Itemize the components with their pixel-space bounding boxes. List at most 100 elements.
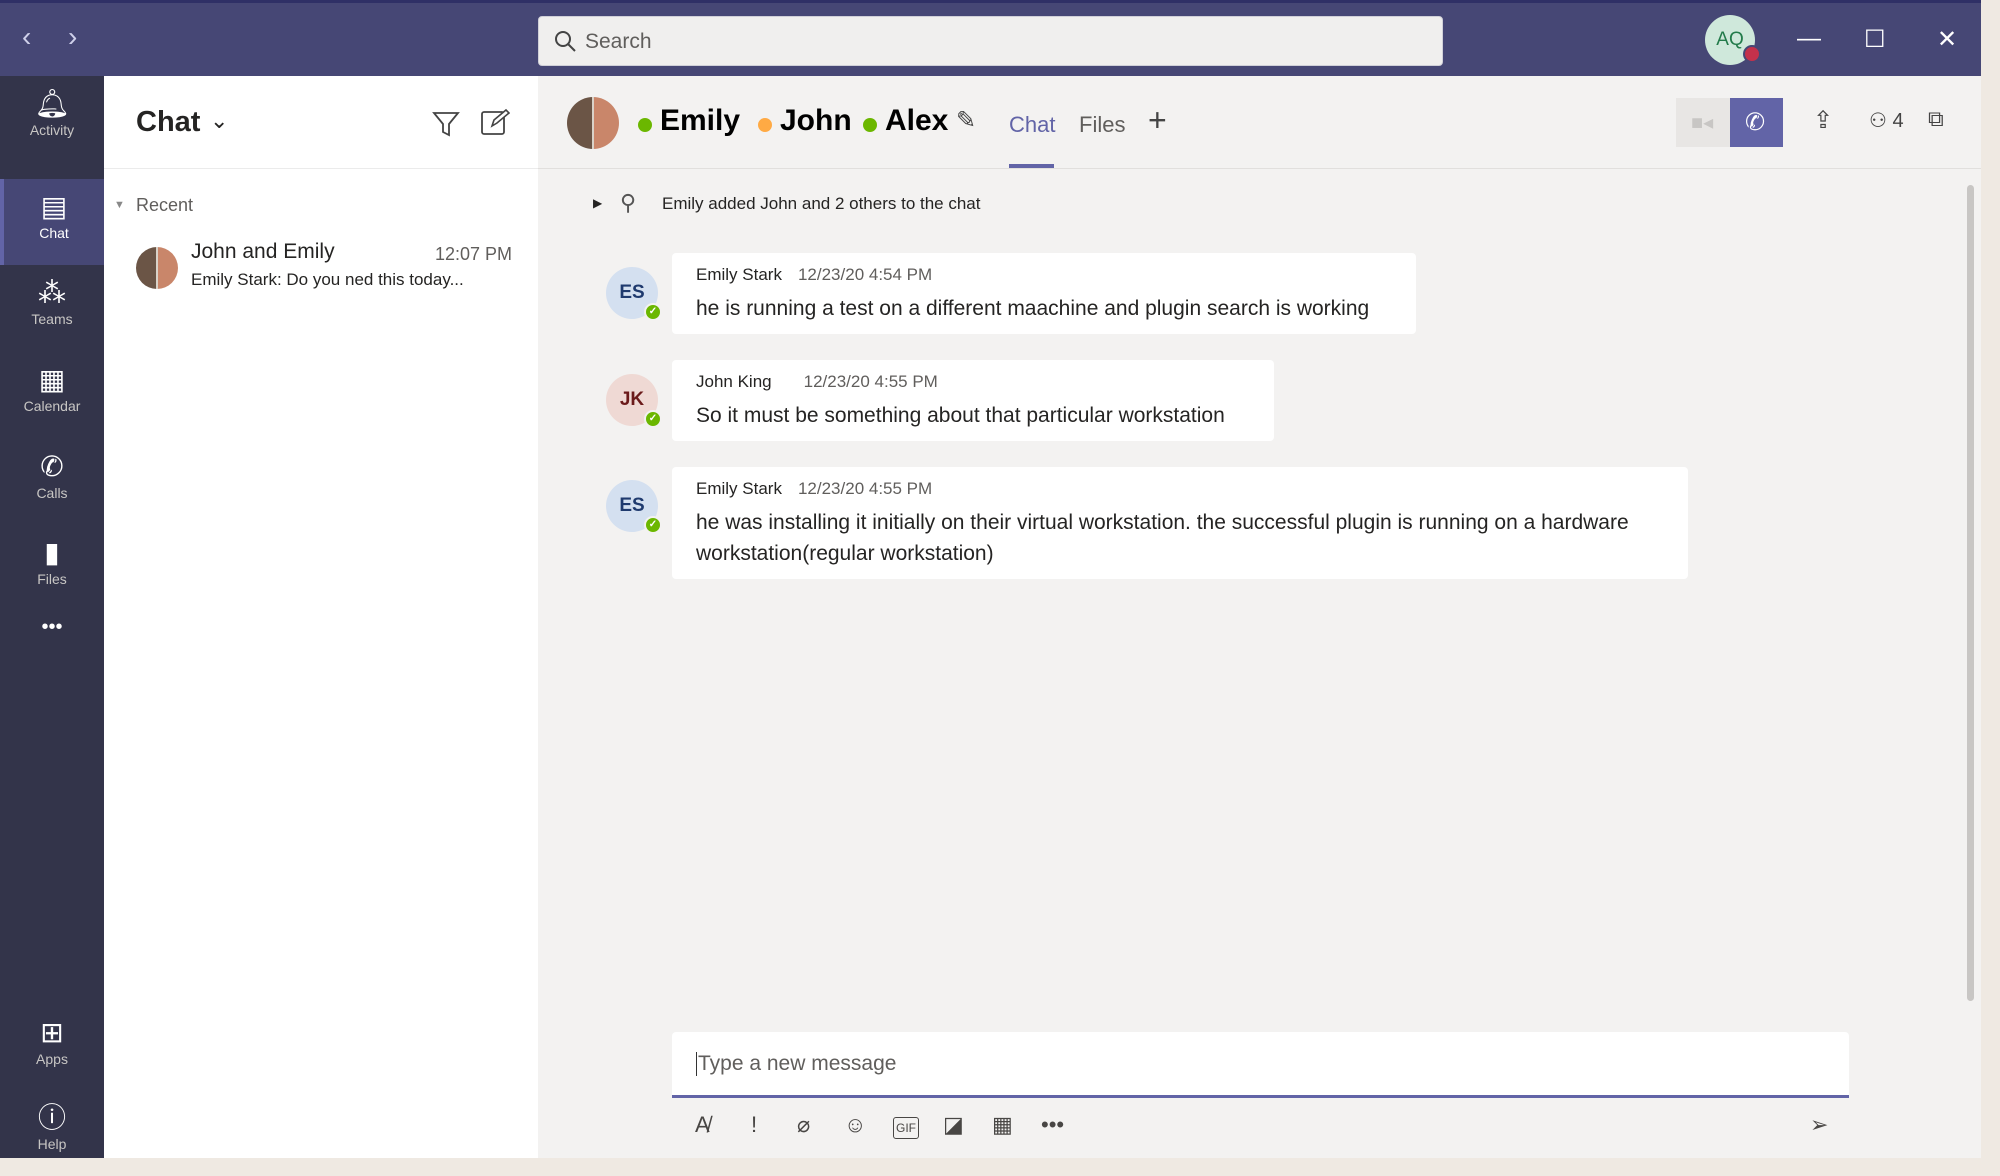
people-count: 4 [1892, 110, 1904, 132]
add-tab-icon[interactable]: + [1148, 102, 1167, 139]
chat-list-title[interactable]: Chat [136, 106, 200, 139]
participant-name: Alex [885, 104, 949, 137]
avatar-initials: ES [619, 495, 645, 516]
scrollbar[interactable] [1967, 185, 1974, 1001]
chat-list-item[interactable]: John and Emily 12:07 PM Emily Stark: Do … [104, 228, 538, 308]
divider [104, 168, 538, 169]
new-chat-icon[interactable] [480, 108, 510, 138]
important-icon[interactable]: ! [751, 1112, 757, 1138]
share-screen-icon[interactable]: ⇪ [1813, 106, 1833, 135]
close-button[interactable]: ✕ [1937, 25, 1957, 54]
gif-icon[interactable]: GIF [893, 1117, 919, 1139]
tab-chat[interactable]: Chat [1009, 112, 1055, 138]
rail-label: Calls [36, 485, 68, 501]
audio-call-button[interactable]: ✆ [1730, 98, 1783, 147]
avatar-initials: JK [619, 389, 645, 410]
people-icon: ⚇ [1869, 110, 1887, 132]
phone-icon: ✆ [1745, 109, 1766, 136]
send-icon[interactable]: ➢ [1810, 1112, 1828, 1138]
message[interactable]: John King 12/23/20 4:55 PM So it must be … [672, 360, 1274, 441]
message-author: John King [696, 372, 772, 391]
chat-preview: Emily Stark: Do you ned this today... [191, 270, 464, 289]
available-status-icon: ✓ [644, 410, 662, 428]
message-input[interactable]: Type a new message [672, 1032, 1849, 1098]
forward-button[interactable]: › [68, 21, 77, 53]
rail-label: Teams [31, 311, 73, 327]
rail-item-help[interactable]: ⓘ Help [0, 1090, 104, 1176]
attach-icon[interactable]: ⌀ [797, 1112, 810, 1138]
search-placeholder: Search [585, 30, 652, 53]
avatar[interactable]: ES ✓ [606, 480, 662, 534]
search-icon [555, 31, 576, 52]
rail-label: Apps [36, 1051, 68, 1067]
chevron-down-icon[interactable]: ⌄ [210, 108, 228, 134]
avatar[interactable]: JK ✓ [606, 374, 662, 428]
help-icon: ⓘ [37, 1102, 66, 1133]
filter-icon[interactable] [432, 110, 460, 138]
user-initials: AQ [1716, 29, 1744, 50]
title-bar: ‹ › Search AQ — ☐ ✕ [0, 0, 1981, 76]
edit-name-icon[interactable]: ✎ [956, 106, 976, 135]
avatar[interactable]: ES ✓ [606, 267, 662, 321]
rail-item-calls[interactable]: ✆ Calls [0, 439, 104, 525]
message-text: he was installing it initially on their … [696, 511, 1629, 565]
rail-item-teams[interactable]: ⁂ Teams [0, 265, 104, 351]
available-status-icon: ✓ [644, 303, 662, 321]
pop-out-icon[interactable]: ⧉ [1928, 106, 1944, 132]
system-message: Emily added John and 2 others to the cha… [662, 194, 981, 213]
away-status-icon [758, 118, 772, 132]
rail-label: Chat [39, 225, 69, 241]
busy-status-icon [1743, 45, 1761, 63]
chat-time: 12:07 PM [435, 244, 513, 264]
expand-caret-icon[interactable]: ▶ [593, 196, 602, 210]
more-apps-button[interactable]: ••• [0, 616, 104, 702]
chat-list-panel: Chat ⌄ ▼ Recent John and Emily 12:07 PM … [104, 76, 538, 1158]
rail-item-chat[interactable]: ▤ Chat [0, 179, 104, 265]
people-button[interactable]: ⚇ 4 [1869, 108, 1904, 133]
bell-icon: 🔔︎ [34, 88, 70, 119]
back-button[interactable]: ‹ [22, 21, 31, 53]
minimize-button[interactable]: — [1797, 25, 1821, 53]
user-avatar[interactable]: AQ [1705, 15, 1761, 65]
rail-item-apps[interactable]: ⊞ Apps [0, 1005, 104, 1091]
chat-name: John and Emily [191, 240, 335, 263]
add-person-icon: ⚲ [620, 190, 637, 215]
rail-label: Help [37, 1136, 67, 1152]
header-divider [538, 168, 1981, 169]
rail-item-calendar[interactable]: ▦ Calendar [0, 352, 104, 438]
message-text: he is running a test on a different maac… [696, 297, 1370, 320]
rail-item-activity[interactable]: 🔔︎ Activity [0, 76, 104, 162]
app-rail: 🔔︎ Activity ▤ Chat ⁂ Teams ▦ Calendar ✆ Calls… [0, 76, 104, 1158]
file-icon: ▮ [44, 537, 60, 568]
rail-item-files[interactable]: ▮ Files [0, 525, 104, 611]
group-avatar [136, 247, 178, 289]
recent-section-label: Recent [136, 195, 194, 215]
tab-files[interactable]: Files [1079, 112, 1125, 138]
sticker-icon[interactable]: ◪ [943, 1112, 964, 1138]
format-icon[interactable]: A̸ [695, 1112, 710, 1138]
calendar-icon: ▦ [38, 364, 66, 395]
phone-icon: ✆ [40, 451, 64, 482]
message[interactable]: Emily Stark 12/23/20 4:55 PM he was insta… [672, 467, 1688, 579]
rail-label: Activity [29, 122, 75, 138]
message-time: 12/23/20 4:55 PM [803, 372, 938, 391]
available-status-icon: ✓ [644, 516, 662, 534]
more-options-icon[interactable]: ••• [1041, 1112, 1064, 1138]
collapse-caret-icon[interactable]: ▼ [114, 199, 125, 211]
conversation-pane: Emily John Alex ✎ Chat Files + ■◂ ✆ ⇪ ⚇ … [538, 76, 1981, 1158]
rail-label: Files [37, 571, 67, 587]
schedule-meeting-icon[interactable]: ▦ [992, 1112, 1013, 1138]
message-author: Emily Stark [696, 479, 782, 498]
message-time: 12/23/20 4:54 PM [797, 265, 933, 284]
maximize-button[interactable]: ☐ [1864, 25, 1886, 54]
video-icon: ■◂ [1691, 112, 1714, 134]
message[interactable]: Emily Stark 12/23/20 4:54 PM he is runnin… [672, 253, 1416, 334]
message-time: 12/23/20 4:55 PM [797, 479, 933, 498]
video-call-button[interactable]: ■◂ [1676, 98, 1730, 147]
emoji-icon[interactable]: ☺ [844, 1112, 866, 1138]
search-input[interactable]: Search [538, 16, 1443, 66]
available-status-icon [638, 118, 652, 132]
avatar-initials: ES [619, 282, 645, 303]
message-text: So it must be something about that parti… [696, 404, 1225, 427]
participant-name: Emily [660, 104, 741, 137]
